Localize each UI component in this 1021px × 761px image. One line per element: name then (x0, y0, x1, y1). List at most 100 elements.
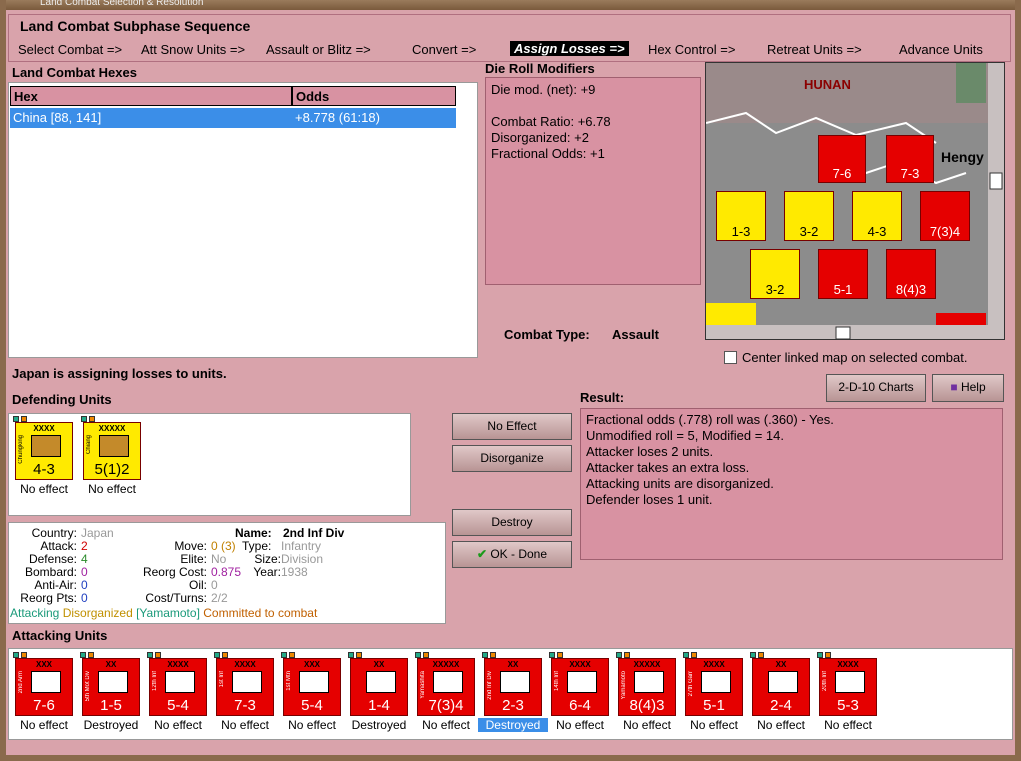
defending-unit-status: No effect (88, 482, 136, 496)
map-unit[interactable]: 7-6 (818, 135, 866, 183)
unit-strength: 5-1 (703, 697, 725, 714)
disorganize-button[interactable]: Disorganize (452, 445, 572, 472)
combat-type-value: Assault (612, 327, 659, 342)
ok-done-button[interactable]: ✔ OK - Done (452, 541, 572, 568)
seq-assault-blitz[interactable]: Assault or Blitz => (266, 42, 371, 57)
attacking-unit-status: No effect (422, 718, 470, 732)
hex-cell[interactable]: China [88, 141] (10, 108, 292, 128)
unit-size: XXXX (167, 660, 189, 669)
unit-name: 12th Inf (152, 671, 158, 692)
unit-size: XX (507, 660, 519, 669)
map-unit[interactable]: 8(4)3 (886, 249, 936, 299)
map-unit[interactable]: 7(3)4 (920, 191, 970, 241)
unit-name: 2nd Arm (18, 671, 24, 694)
unit-name: 1st Inf (219, 671, 225, 688)
unit-size: XXXX (234, 660, 256, 669)
help-label: Help (960, 380, 986, 394)
attacking-unit-counter[interactable]: XX 1-4 (350, 658, 408, 716)
unit-strength: 2-4 (770, 697, 792, 714)
attacking-unit-counter[interactable]: XX 2-4 (752, 658, 810, 716)
seq-advance[interactable]: Advance Units (899, 42, 983, 57)
map-unit[interactable]: 4-3 (852, 191, 902, 241)
attacking-unit-counter[interactable]: XXXX 20th Inf 5-3 (819, 658, 877, 716)
unit-status-dot (281, 652, 287, 658)
result-line: Attacker takes an extra loss. (586, 460, 750, 475)
tag-disorganized: Disorganized (62, 606, 133, 620)
ct-label: Cost/Turns: (145, 591, 207, 605)
center-map-checkbox[interactable] (724, 351, 737, 364)
attacking-unit-counter[interactable]: XX 5th Mot Div 1-5 (82, 658, 140, 716)
attacking-unit-counter[interactable]: XXX 2nd Arm 7-6 (15, 658, 73, 716)
unit-size: XX (105, 660, 117, 669)
attacking-unit-status: Destroyed (478, 718, 548, 732)
unit-strength: 1-4 (368, 697, 390, 714)
unit-name: Yamashita (420, 671, 426, 699)
attacking-unit-counter[interactable]: XXXX 12th Inf 5-4 (149, 658, 207, 716)
unit-status-dot (691, 652, 697, 658)
combat-type-label: Combat Type: (504, 327, 590, 342)
seq-assign-losses[interactable]: Assign Losses => (510, 41, 629, 56)
unit-strength: 7-6 (33, 697, 55, 714)
attacking-unit-status: No effect (288, 718, 336, 732)
map-unit[interactable]: 3-2 (750, 249, 800, 299)
hex-map[interactable]: HUNAN Hengy 7-6 7-3 1-3 3-2 4-3 7(3)4 3-… (705, 62, 1005, 340)
attacking-unit-counter[interactable]: XX 2nd Inf Div 2-3 (484, 658, 542, 716)
odds-cell[interactable]: +8.778 (61:18) (292, 108, 456, 128)
charts-button[interactable]: 2-D-10 Charts (826, 374, 926, 402)
seq-convert[interactable]: Convert => (412, 42, 476, 57)
col-odds-header[interactable]: Odds (292, 86, 456, 106)
attacking-unit-status: Destroyed (351, 718, 407, 732)
unit-name: 1st Mtn (286, 671, 292, 691)
result-line: Attacker loses 2 units. (586, 444, 714, 459)
result-line: Fractional odds (.778) roll was (.360) -… (586, 412, 834, 427)
defending-unit-counter[interactable]: XXXXX Chiang 5(1)2 (83, 422, 141, 480)
help-button[interactable]: ■ Help (932, 374, 1004, 402)
unit-strength: 2-3 (502, 697, 524, 714)
frame-right (1015, 0, 1021, 761)
unit-symbol-icon (165, 671, 195, 693)
no-effect-button[interactable]: No Effect (452, 413, 572, 440)
drm-title: Die Roll Modifiers (485, 61, 595, 76)
destroy-button[interactable]: Destroy (452, 509, 572, 536)
col-hex-header[interactable]: Hex (10, 86, 292, 106)
attacking-unit-counter[interactable]: XXX 1st Mtn 5-4 (283, 658, 341, 716)
unit-status-dot (557, 652, 563, 658)
attacking-unit-status: No effect (824, 718, 872, 732)
unit-name: Yamamoto (621, 671, 627, 700)
unit-strength: 4-3 (33, 461, 55, 478)
attacking-unit-counter[interactable]: XXXX 14th Inf 6-4 (551, 658, 609, 716)
map-unit[interactable]: 1-3 (716, 191, 766, 241)
unit-symbol-icon (99, 435, 129, 457)
result-panel: Fractional odds (.778) roll was (.360) -… (580, 408, 1003, 560)
attacking-unit-counter[interactable]: XXXX 27th Garr 5-1 (685, 658, 743, 716)
defending-unit-counter[interactable]: XXXX Chungking 4-3 (15, 422, 73, 480)
unit-status-dot (549, 652, 555, 658)
attacking-unit-counter[interactable]: XXXXX Yamashita 7(3)4 (417, 658, 475, 716)
unit-size: XXXXX (98, 424, 126, 433)
unit-status-dot (825, 652, 831, 658)
unit-status-dot (88, 652, 94, 658)
unit-status-dot (289, 652, 295, 658)
unit-name: Chiang (86, 435, 92, 455)
unit-status-dot (356, 652, 362, 658)
seq-retreat[interactable]: Retreat Units => (767, 42, 862, 57)
unit-symbol-icon (31, 671, 61, 693)
seq-att-snow[interactable]: Att Snow Units => (141, 42, 245, 57)
seq-hex-control[interactable]: Hex Control => (648, 42, 735, 57)
attacking-unit-counter[interactable]: XXXX 1st Inf 7-3 (216, 658, 274, 716)
unit-strength: 7(3)4 (428, 697, 464, 714)
drm-panel: Die mod. (net): +9 Combat Ratio: +6.78 D… (485, 77, 701, 285)
unit-name: 2nd Inf Div (487, 671, 493, 700)
window-title: Land Combat Selection & Resolution (40, 0, 204, 8)
center-map-label: Center linked map on selected combat. (742, 350, 968, 365)
attacking-unit-counter[interactable]: XXXXX Yamamoto 8(4)3 (618, 658, 676, 716)
map-unit[interactable]: 7-3 (886, 135, 934, 183)
unit-status-dot (482, 652, 488, 658)
unit-symbol-icon (31, 435, 61, 457)
unit-strength: 5-4 (301, 697, 323, 714)
seq-select-combat[interactable]: Select Combat => (18, 42, 122, 57)
unit-status-dot (21, 652, 27, 658)
sequence-title: Land Combat Subphase Sequence (20, 18, 251, 34)
map-unit[interactable]: 3-2 (784, 191, 834, 241)
map-unit[interactable]: 5-1 (818, 249, 868, 299)
